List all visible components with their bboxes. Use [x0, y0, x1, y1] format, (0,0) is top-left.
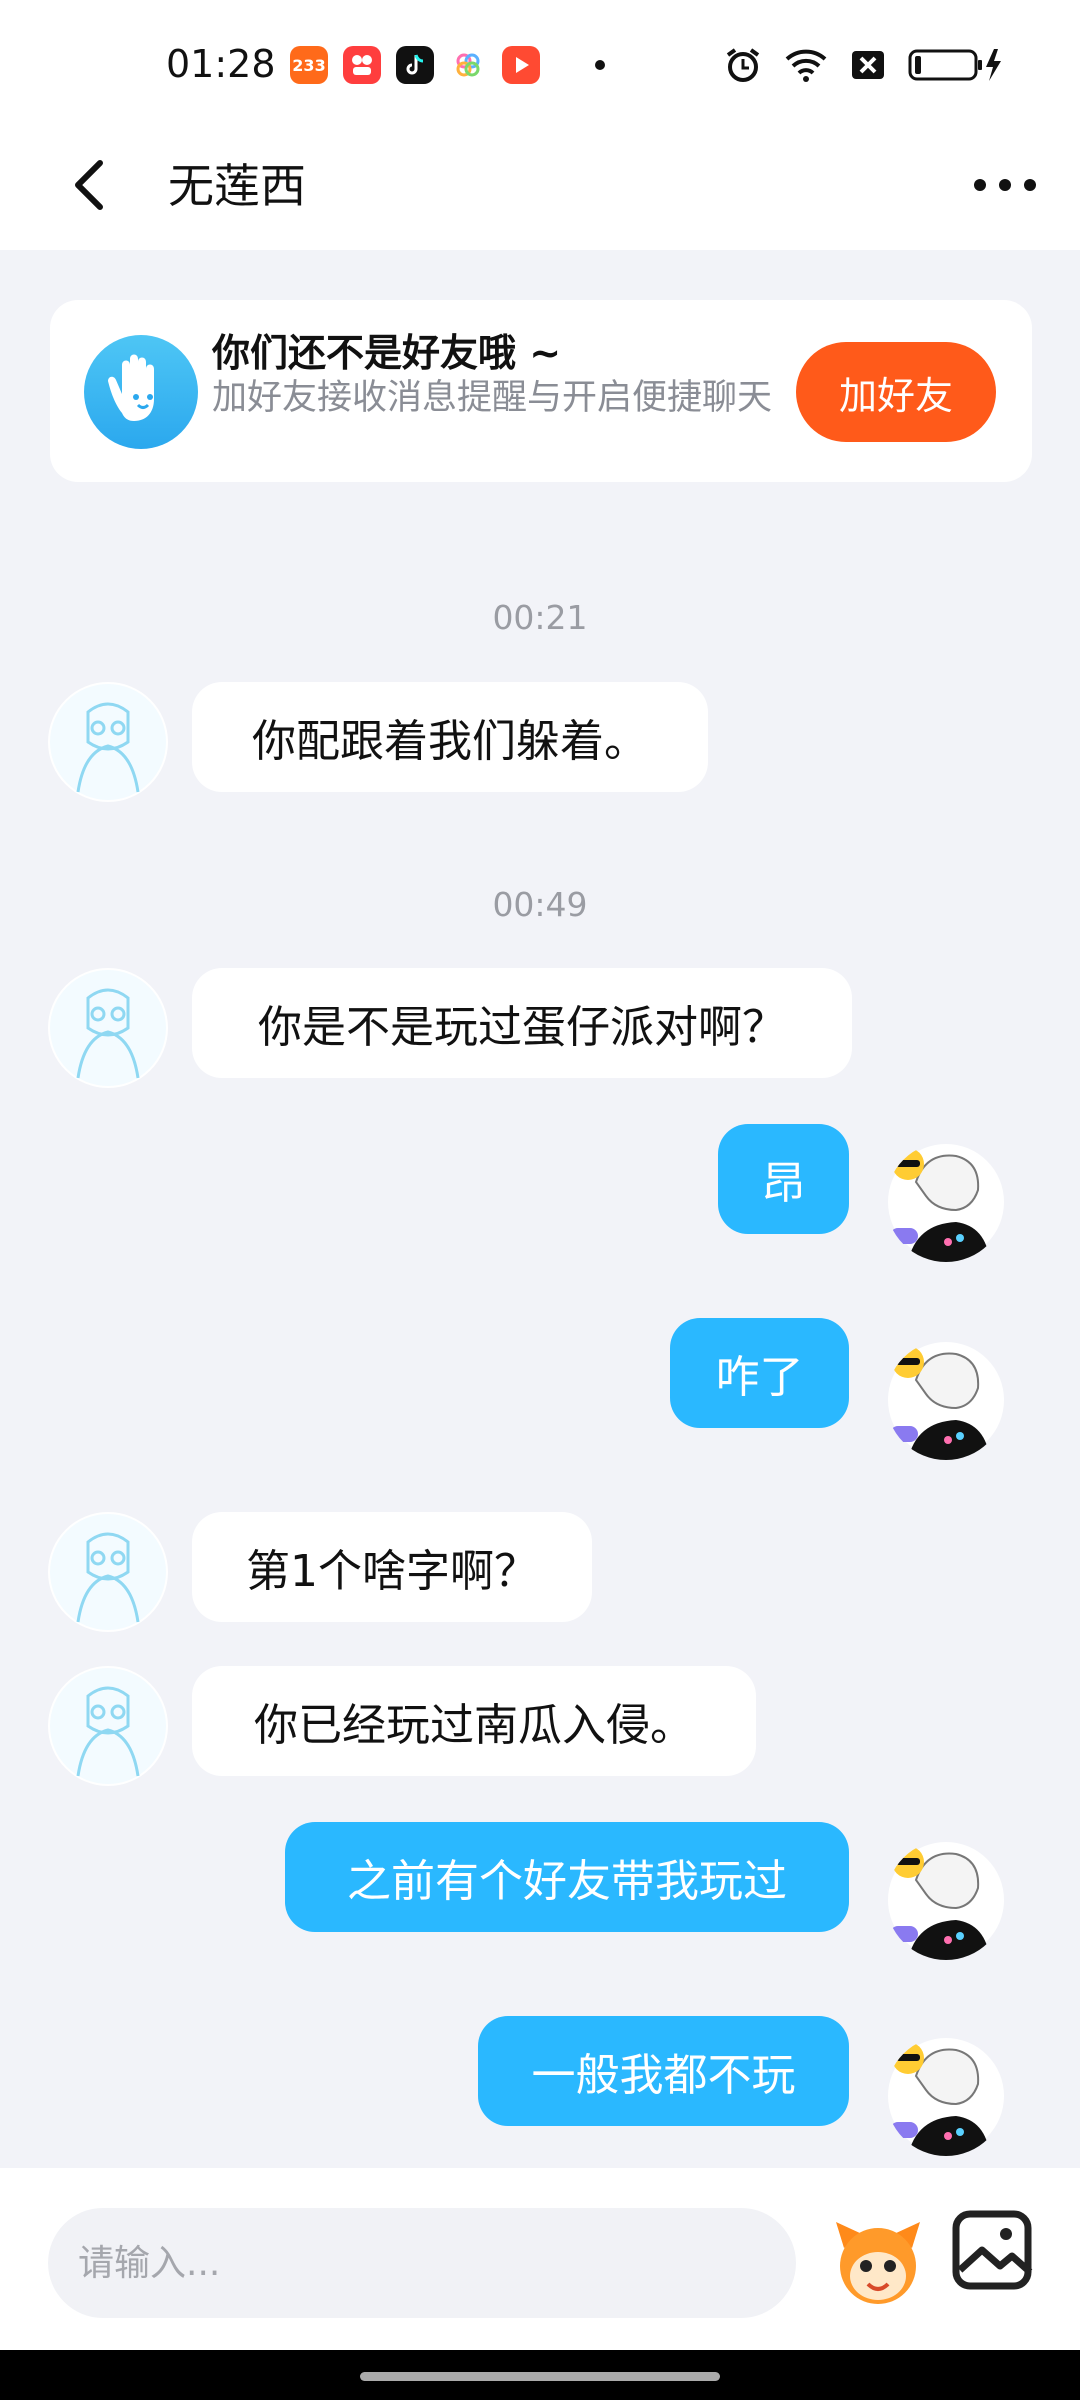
alarm-icon [726, 48, 760, 82]
flower-app-icon [449, 46, 487, 84]
contact-avatar[interactable] [48, 1512, 168, 1632]
sticker-emoji-icon[interactable] [826, 2208, 930, 2312]
back-arrow-icon[interactable] [62, 155, 122, 215]
my-avatar[interactable] [886, 1142, 1006, 1262]
not-friends-title: 你们还不是好友哦 ~ [212, 331, 562, 375]
status-system-icons [724, 46, 1004, 84]
message-bubble-sent: 之前有个好友带我玩过 [285, 1822, 849, 1932]
more-options-icon[interactable] [970, 160, 1040, 210]
tiktok-icon [396, 46, 434, 84]
page-title: 无莲西 [168, 159, 306, 213]
chat-header: 无莲西 [0, 120, 1080, 250]
contact-avatar[interactable] [48, 968, 168, 1088]
message-bubble-sent: 昂 [718, 1124, 849, 1234]
notification-dot-icon [595, 60, 605, 70]
status-app-icons: 233 [290, 46, 605, 84]
not-friends-subtitle: 加好友接收消息提醒与开启便捷聊天 [212, 378, 773, 418]
message-bubble-received: 你配跟着我们躲着。 [192, 682, 708, 792]
message-bubble-sent: 一般我都不玩 [478, 2016, 849, 2126]
my-avatar[interactable] [886, 1840, 1006, 1960]
message-input[interactable] [48, 2208, 796, 2318]
my-avatar[interactable] [886, 2036, 1006, 2156]
contact-avatar[interactable] [48, 1666, 168, 1786]
message-bubble-received: 你已经玩过南瓜入侵。 [192, 1666, 756, 1776]
home-gesture-handle[interactable] [360, 2372, 720, 2381]
add-friend-button[interactable]: 加好友 [796, 342, 996, 442]
not-friends-card: 你们还不是好友哦 ~ 加好友接收消息提醒与开启便捷聊天 加好友 [50, 300, 1032, 482]
waving-hand-icon [84, 335, 198, 449]
233-app-icon: 233 [290, 46, 328, 84]
message-timestamp: 00:21 [492, 598, 588, 637]
image-picker-icon[interactable] [950, 2208, 1034, 2292]
status-time: 01:28 [166, 42, 276, 86]
sim-blocked-icon [852, 51, 884, 79]
message-timestamp: 00:49 [492, 885, 588, 924]
message-bubble-sent: 咋了 [670, 1318, 849, 1428]
my-avatar[interactable] [886, 1340, 1006, 1460]
message-bubble-received: 第1个啥字啊？ [192, 1512, 592, 1622]
battery-icon [908, 49, 1001, 81]
message-bubble-received: 你是不是玩过蛋仔派对啊？ [192, 968, 852, 1078]
video-app-icon [502, 46, 540, 84]
wifi-icon [785, 49, 827, 82]
contact-avatar[interactable] [48, 682, 168, 802]
shop-app-icon [343, 46, 381, 84]
message-input-bar [0, 2168, 1080, 2350]
status-bar: 01:28 233 [0, 0, 1080, 135]
system-nav-bar [0, 2350, 1080, 2400]
